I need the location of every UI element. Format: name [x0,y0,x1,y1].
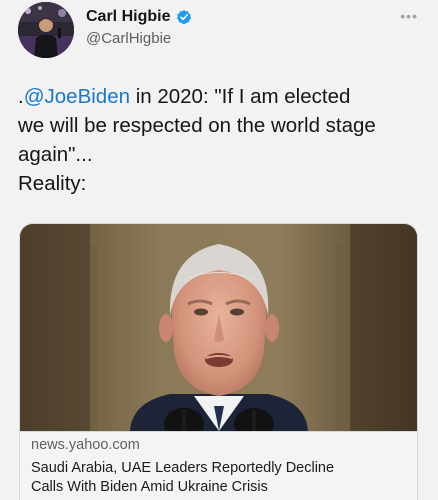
mention-link[interactable]: @JoeBiden [24,85,130,108]
author-display-name[interactable]: Carl Higbie [86,8,170,26]
card-title-line-1: Saudi Arabia, UAE Leaders Reportedly Dec… [31,460,335,476]
tweet: Carl Higbie @CarlHigbie ••• .@JoeBiden i… [0,0,438,500]
link-preview-card[interactable]: news.yahoo.com Saudi Arabia, UAE Leaders… [19,223,418,500]
card-image [20,224,417,431]
avatar[interactable] [18,2,74,58]
author-name-row: Carl Higbie [86,8,192,26]
avatar-photo [18,2,74,58]
tweet-line-1: .@JoeBiden in 2020: "If I am elected [18,82,422,111]
card-title-line-2: Calls With Biden Amid Ukraine Crisis [31,479,268,495]
more-options-button[interactable]: ••• [400,8,418,24]
card-divider [20,431,417,432]
card-domain: news.yahoo.com [31,437,140,453]
tweet-line-3: again"... [18,143,93,166]
tweet-line-4: Reality: [18,172,87,195]
tweet-line-1-suffix: in 2020: "If I am elected [130,85,351,108]
tweet-line-2: we will be respected on the world stage [18,114,376,137]
verified-badge-icon [176,9,192,25]
card-title: Saudi Arabia, UAE Leaders Reportedly Dec… [31,459,415,497]
tweet-text: .@JoeBiden in 2020: "If I am elected we … [18,82,422,198]
author-handle[interactable]: @CarlHigbie [86,30,171,47]
